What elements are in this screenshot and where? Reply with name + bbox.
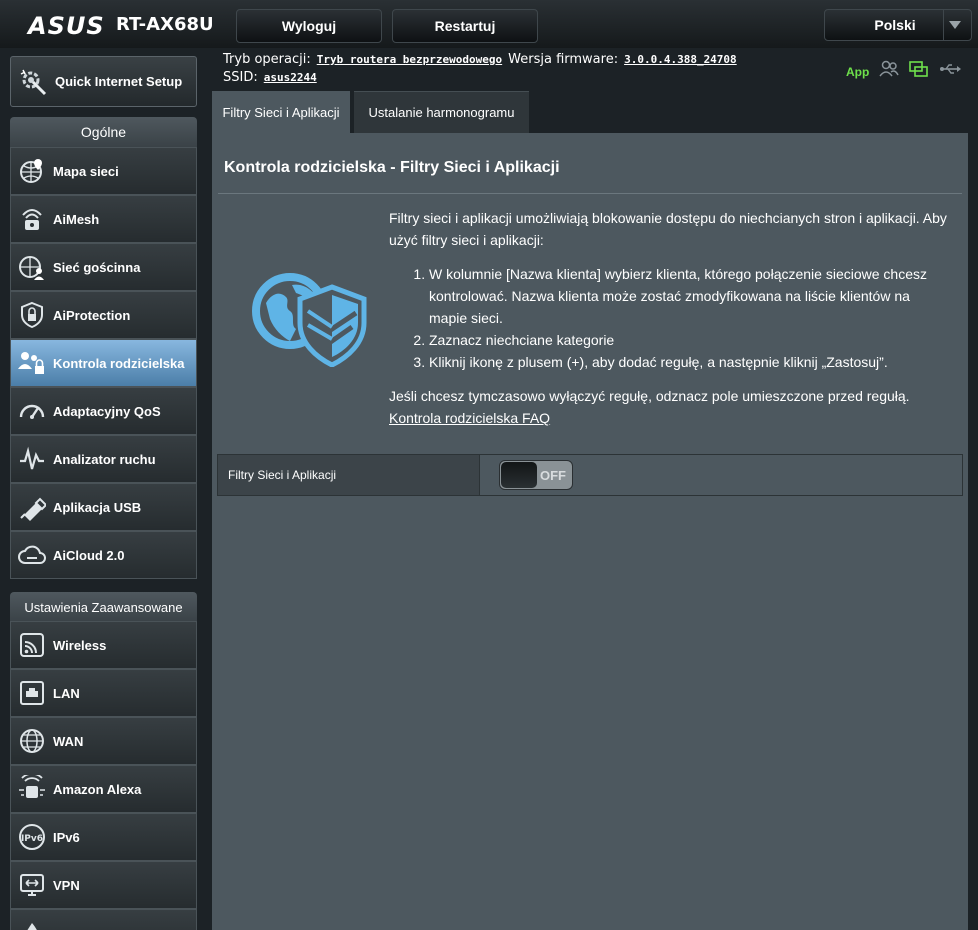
status-icons: App xyxy=(846,60,962,83)
sidebar-item-aimesh[interactable]: AiMesh xyxy=(10,195,197,243)
sidebar-item-label: Amazon Alexa xyxy=(53,781,142,797)
usb-icon[interactable] xyxy=(939,62,962,81)
quick-internet-setup-label: Quick Internet Setup xyxy=(55,74,183,89)
sidebar-item-label: Adaptacyjny QoS xyxy=(53,403,161,419)
asus-logo: ASUS xyxy=(28,12,105,40)
sidebar-item-ipv6[interactable]: IPv6 IPv6 xyxy=(10,813,197,861)
sidebar-item-label: Mapa sieci xyxy=(53,163,119,179)
firmware-label: Wersja firmware: xyxy=(508,52,619,67)
sidebar-item-parental-controls[interactable]: Kontrola rodzicielska xyxy=(10,339,197,387)
tab-network-app-filters[interactable]: Filtry Sieci i Aplikacji xyxy=(212,91,350,133)
app-link[interactable]: App xyxy=(846,65,869,79)
speedometer-icon xyxy=(11,397,53,425)
restart-button[interactable]: Restartuj xyxy=(392,9,538,43)
cloud-icon xyxy=(11,543,53,567)
sidebar-item-label: Aplikacja USB xyxy=(53,499,142,515)
aimesh-router-icon xyxy=(11,205,53,233)
toggle-state-label: OFF xyxy=(540,468,566,483)
sidebar-item-label: VPN xyxy=(53,877,80,893)
usb-stick-icon xyxy=(11,493,53,521)
sidebar-item-adaptive-qos[interactable]: Adaptacyjny QoS xyxy=(10,387,197,435)
ssid-label: SSID: xyxy=(223,70,258,85)
advanced-section-header: Ustawienia Zaawansowane xyxy=(10,592,197,622)
wand-gear-icon xyxy=(11,68,55,96)
quick-internet-setup-button[interactable]: Quick Internet Setup xyxy=(10,56,197,107)
tab-time-scheduling[interactable]: Ustalanie harmonogramu xyxy=(354,91,529,133)
sidebar-item-label: AiProtection xyxy=(53,307,131,323)
top-bar: ASUS RT-AX68U Wyloguj Restartuj Polski xyxy=(0,0,978,48)
toggle-knob xyxy=(501,462,537,488)
sidebar-item-label: Wireless xyxy=(53,637,107,653)
traffic-pulse-icon xyxy=(11,445,53,473)
faq-link[interactable]: Kontrola rodzicielska FAQ xyxy=(389,410,550,426)
filters-enable-toggle[interactable]: OFF xyxy=(499,460,573,490)
sidebar-item-traffic-analyzer[interactable]: Analizator ruchu xyxy=(10,435,197,483)
sidebar-item-usb-application[interactable]: Aplikacja USB xyxy=(10,483,197,531)
firewall-icon xyxy=(11,919,53,930)
sidebar-item-label: LAN xyxy=(53,685,80,701)
sidebar-item-firewall[interactable] xyxy=(10,909,197,930)
setting-label: Filtry Sieci i Aplikacji xyxy=(218,455,480,495)
language-select[interactable]: Polski xyxy=(824,9,972,41)
sidebar-item-network-map[interactable]: Mapa sieci xyxy=(10,147,197,195)
sidebar-item-label: WAN xyxy=(53,733,84,749)
main-panel: Kontrola rodzicielska - Filtry Sieci i A… xyxy=(212,133,968,930)
firmware-link[interactable]: 3.0.0.4.388_24708 xyxy=(624,53,737,66)
operation-mode-label: Tryb operacji: xyxy=(223,52,311,67)
steps-list: W kolumnie [Nazwa klienta] wybierz klien… xyxy=(429,263,949,373)
setting-value-cell: OFF xyxy=(480,455,962,495)
chevron-down-icon xyxy=(943,10,965,40)
sidebar-item-label: Sieć gościnna xyxy=(53,259,141,275)
shield-lock-icon xyxy=(11,301,53,329)
sidebar-item-aiprotection[interactable]: AiProtection xyxy=(10,291,197,339)
title-divider xyxy=(218,193,962,194)
svg-text:IPv6: IPv6 xyxy=(21,834,43,844)
logout-button[interactable]: Wyloguj xyxy=(236,9,382,43)
sidebar-item-aicloud[interactable]: AiCloud 2.0 xyxy=(10,531,197,579)
sidebar-item-wan[interactable]: WAN xyxy=(10,717,197,765)
operation-mode-line: Tryb operacji: Tryb routera bezprzewodowe… xyxy=(223,52,737,67)
list-item: Kliknij ikonę z plusem (+), aby dodać re… xyxy=(429,351,949,373)
alexa-icon xyxy=(11,775,53,803)
ipv6-icon: IPv6 xyxy=(11,823,53,851)
sidebar-item-label: Kontrola rodzicielska xyxy=(53,355,185,371)
lan-port-icon xyxy=(11,679,53,707)
ssid-link[interactable]: asus2244 xyxy=(264,71,317,84)
sidebar-item-lan[interactable]: LAN xyxy=(10,669,197,717)
general-section-header: Ogólne xyxy=(10,117,197,147)
sidebar-item-wireless[interactable]: Wireless xyxy=(10,621,197,669)
sidebar-item-vpn[interactable]: VPN xyxy=(10,861,197,909)
ssid-line: SSID: asus2244 xyxy=(223,70,317,85)
sidebar-item-label: AiCloud 2.0 xyxy=(53,547,125,563)
description: Filtry sieci i aplikacji umożliwiają blo… xyxy=(389,207,949,429)
network-status-icon[interactable] xyxy=(909,60,929,83)
sidebar-item-label: Analizator ruchu xyxy=(53,451,156,467)
sidebar-item-label: AiMesh xyxy=(53,211,100,227)
router-model: RT-AX68U xyxy=(116,14,214,35)
list-item: Zaznacz niechciane kategorie xyxy=(429,329,949,351)
globe-shield-illustration-icon xyxy=(250,271,372,372)
page-title: Kontrola rodzicielska - Filtry Sieci i A… xyxy=(224,159,560,176)
list-item: W kolumnie [Nazwa klienta] wybierz klien… xyxy=(429,263,949,329)
intro-text: Filtry sieci i aplikacji umożliwiają blo… xyxy=(389,210,947,248)
globe-icon xyxy=(11,727,53,755)
clients-icon[interactable] xyxy=(879,60,899,83)
note-text: Jeśli chcesz tymczasowo wyłączyć regułę,… xyxy=(389,388,910,404)
wifi-icon xyxy=(11,631,53,659)
filters-setting-row: Filtry Sieci i Aplikacji OFF xyxy=(217,454,963,496)
operation-mode-link[interactable]: Tryb routera bezprzewodowego xyxy=(317,53,502,66)
guest-network-icon xyxy=(11,253,53,281)
sidebar-item-label: IPv6 xyxy=(53,829,80,845)
vpn-monitor-icon xyxy=(11,871,53,899)
sidebar-item-amazon-alexa[interactable]: Amazon Alexa xyxy=(10,765,197,813)
sidebar-item-guest-network[interactable]: Sieć gościnna xyxy=(10,243,197,291)
family-lock-icon xyxy=(11,349,53,377)
globe-pin-icon xyxy=(11,157,53,185)
